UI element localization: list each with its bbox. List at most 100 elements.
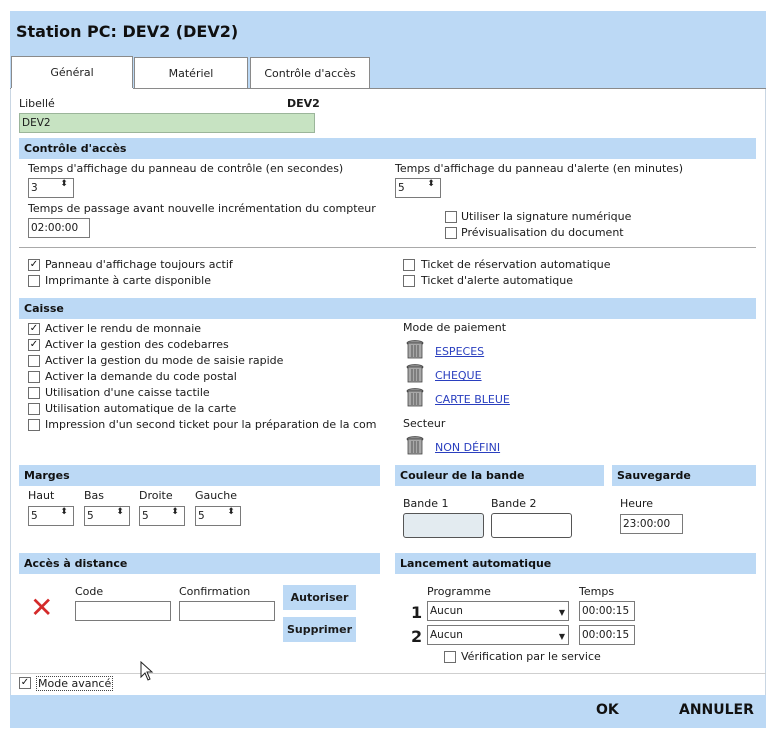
signature-label: Utiliser la signature numérique <box>461 210 632 223</box>
marge-gauche-value: 5 <box>198 510 205 522</box>
caisse-option-checkbox[interactable] <box>28 419 40 431</box>
code-input[interactable] <box>75 601 171 621</box>
ok-button[interactable]: OK <box>596 702 619 718</box>
ticket-reservation-checkbox[interactable] <box>403 259 415 271</box>
marge-gauche-label: Gauche <box>195 489 238 502</box>
dropdown-arrow-icon[interactable]: ▼ <box>559 604 565 622</box>
payment-link-carte-bleue[interactable]: CARTE BLEUE <box>435 393 510 406</box>
mouse-cursor-icon <box>140 661 154 681</box>
temps-input[interactable]: 00:00:15 <box>579 601 635 621</box>
signature-checkbox[interactable] <box>445 211 457 223</box>
dropdown-arrow-icon[interactable]: ▼ <box>559 628 565 646</box>
alert-time-value: 5 <box>398 182 405 194</box>
caisse-option-checkbox[interactable] <box>28 355 40 367</box>
marge-bas-value: 5 <box>87 510 94 522</box>
section-acces-distance: Accès à distance <box>19 553 380 574</box>
programme-value: Aucun <box>430 605 463 617</box>
preview-checkbox[interactable] <box>445 227 457 239</box>
programme-select[interactable]: Aucun ▼ <box>427 601 569 621</box>
passage-input[interactable]: 02:00:00 <box>28 218 90 238</box>
section-controle-acces: Contrôle d'accès <box>19 138 756 159</box>
caisse-option-checkbox[interactable] <box>28 403 40 415</box>
trash-bin-icon[interactable] <box>406 363 424 383</box>
spin-arrows-icon[interactable]: ⬍ <box>423 180 439 196</box>
autoriser-button[interactable]: Autoriser <box>283 585 356 610</box>
bande1-label: Bande 1 <box>403 497 449 510</box>
panel-time-label: Temps d'affichage du panneau de contrôle… <box>28 162 344 175</box>
preview-label: Prévisualisation du document <box>461 226 624 239</box>
caisse-option-label: Utilisation automatique de la carte <box>45 402 237 415</box>
trash-bin-icon[interactable] <box>406 435 424 455</box>
caisse-option-checkbox[interactable] <box>28 371 40 383</box>
marge-haut-spinner[interactable]: 5 ⬍ <box>28 506 74 526</box>
payment-link-cheque[interactable]: CHEQUE <box>435 369 482 382</box>
confirmation-label: Confirmation <box>179 585 251 598</box>
caisse-option-label: Activer la gestion des codebarres <box>45 338 229 351</box>
section-caisse: Caisse <box>19 298 756 319</box>
libelle-tag: DEV2 <box>287 97 320 110</box>
supprimer-button[interactable]: Supprimer <box>283 617 356 642</box>
caisse-option-checkbox[interactable]: ✓ <box>28 323 40 335</box>
spin-arrows-icon[interactable]: ⬍ <box>167 508 183 524</box>
row-number: 2 <box>411 627 423 646</box>
bande1-color-swatch[interactable] <box>403 513 484 538</box>
heure-label: Heure <box>620 497 654 510</box>
tab-materiel[interactable]: Matériel <box>134 57 248 89</box>
spin-arrows-icon[interactable]: ⬍ <box>56 180 72 196</box>
bande2-color-swatch[interactable] <box>491 513 572 538</box>
mode-avance-label[interactable]: Mode avancé <box>36 676 114 691</box>
tab-general[interactable]: Général <box>11 56 133 89</box>
marge-gauche-spinner[interactable]: 5 ⬍ <box>195 506 241 526</box>
close-icon: ✕ <box>30 591 54 624</box>
marge-bas-spinner[interactable]: 5 ⬍ <box>84 506 130 526</box>
heure-input[interactable]: 23:00:00 <box>620 514 683 534</box>
mode-avance-checkbox[interactable]: ✓ <box>19 677 31 689</box>
programme-select[interactable]: Aucun ▼ <box>427 625 569 645</box>
section-couleur-bande: Couleur de la bande <box>395 465 604 486</box>
marge-droite-spinner[interactable]: 5 ⬍ <box>139 506 185 526</box>
section-marges: Marges <box>19 465 380 486</box>
spin-arrows-icon[interactable]: ⬍ <box>112 508 128 524</box>
alert-time-label: Temps d'affichage du panneau d'alerte (e… <box>395 162 684 175</box>
programme-value: Aucun <box>430 629 463 641</box>
imprimante-checkbox[interactable] <box>28 275 40 287</box>
confirmation-input[interactable] <box>179 601 275 621</box>
payment-mode-label: Mode de paiement <box>403 321 507 334</box>
panel-time-spinner[interactable]: 3 ⬍ <box>28 178 74 198</box>
title-bar: Station PC: DEV2 (DEV2) <box>10 11 766 53</box>
caisse-option-checkbox[interactable]: ✓ <box>28 339 40 351</box>
section-lancement-auto: Lancement automatique <box>395 553 756 574</box>
caisse-option-checkbox[interactable] <box>28 387 40 399</box>
panneau-checkbox[interactable]: ✓ <box>28 259 40 271</box>
spin-arrows-icon[interactable]: ⬍ <box>223 508 239 524</box>
tab-controle-acces[interactable]: Contrôle d'accès <box>250 57 370 89</box>
annuler-button[interactable]: ANNULER <box>679 702 754 718</box>
temps-input[interactable]: 00:00:15 <box>579 625 635 645</box>
row-number: 1 <box>411 603 423 622</box>
caisse-option-label: Activer la demande du code postal <box>45 370 237 383</box>
ticket-alerte-checkbox[interactable] <box>403 275 415 287</box>
verification-checkbox[interactable] <box>444 651 456 663</box>
section-sauvegarde: Sauvegarde <box>612 465 756 486</box>
ticket-reservation-label: Ticket de réservation automatique <box>421 258 611 271</box>
bottom-separator <box>10 673 766 674</box>
caisse-option-label: Activer la gestion du mode de saisie rap… <box>45 354 284 367</box>
marge-droite-label: Droite <box>139 489 173 502</box>
passage-label: Temps de passage avant nouvelle incrémen… <box>28 202 376 215</box>
imprimante-label: Imprimante à carte disponible <box>45 274 211 287</box>
marge-haut-label: Haut <box>28 489 55 502</box>
window-title: Station PC: DEV2 (DEV2) <box>16 22 239 41</box>
panel-time-value: 3 <box>31 182 38 194</box>
ticket-alerte-label: Ticket d'alerte automatique <box>421 274 574 287</box>
secteur-link[interactable]: NON DÉFINI <box>435 441 500 454</box>
code-label: Code <box>75 585 104 598</box>
trash-bin-icon[interactable] <box>406 387 424 407</box>
trash-bin-icon[interactable] <box>406 339 424 359</box>
payment-link-especes[interactable]: ESPECES <box>435 345 484 358</box>
marge-haut-value: 5 <box>31 510 38 522</box>
alert-time-spinner[interactable]: 5 ⬍ <box>395 178 441 198</box>
active-tab-gap <box>11 88 133 89</box>
spin-arrows-icon[interactable]: ⬍ <box>56 508 72 524</box>
marge-bas-label: Bas <box>84 489 105 502</box>
libelle-input[interactable]: DEV2 <box>19 113 315 133</box>
